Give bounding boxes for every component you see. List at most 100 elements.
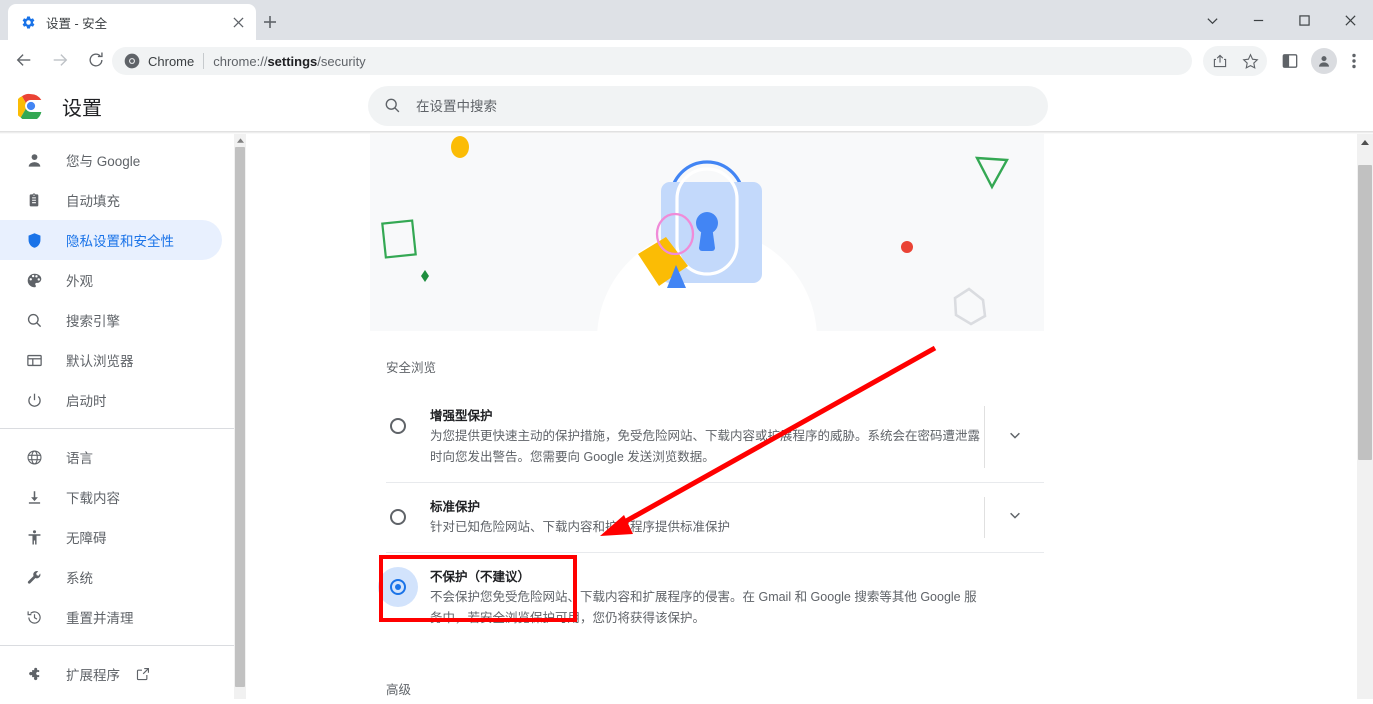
sidebar-item-you-and-google[interactable]: 您与 Google <box>0 140 222 180</box>
page-title: 设置 <box>62 97 102 120</box>
window-close-icon[interactable] <box>1327 0 1373 40</box>
radio-enhanced-protection[interactable] <box>378 406 418 446</box>
radio-no-protection[interactable] <box>378 567 418 607</box>
sidebar-scrollbar[interactable] <box>234 134 246 699</box>
section-title-advanced: 高级 <box>386 683 412 697</box>
browser-window-icon <box>24 350 44 370</box>
palette-icon <box>24 270 44 290</box>
expand-enhanced-protection[interactable] <box>984 406 1044 468</box>
window-controls <box>1189 0 1373 40</box>
expand-standard-protection[interactable] <box>984 497 1044 538</box>
sidebar-item-on-startup[interactable]: 启动时 <box>0 380 222 420</box>
option-description: 针对已知危险网站、下载内容和扩展程序提供标准保护 <box>430 520 731 534</box>
sidebar-item-accessibility[interactable]: 无障碍 <box>0 517 222 557</box>
sidebar-item-languages[interactable]: 语言 <box>0 437 222 477</box>
settings-body: 您与 Google 自动填充 隐私设置和安全性 外观 搜索引擎 默认浏览器 启动… <box>0 134 1373 699</box>
main-scrollbar[interactable] <box>1357 134 1373 699</box>
option-text: 标准保护 针对已知危险网站、下载内容和扩展程序提供标准保护 <box>430 497 984 538</box>
scrollbar-thumb[interactable] <box>235 147 245 687</box>
more-chevron-icon[interactable] <box>1189 0 1235 40</box>
sidebar-label: 隐私设置和安全性 <box>66 234 174 249</box>
radio-icon-selected <box>390 579 406 595</box>
chevron-down-icon <box>1008 508 1022 527</box>
back-icon[interactable] <box>10 46 38 74</box>
scroll-up-icon[interactable] <box>1357 134 1373 150</box>
history-restore-icon <box>24 607 44 627</box>
clipboard-icon <box>24 190 44 210</box>
puzzle-icon <box>24 664 44 684</box>
settings-search-box[interactable] <box>368 86 1048 126</box>
chrome-logo-icon <box>124 53 140 69</box>
forward-icon[interactable] <box>46 46 74 74</box>
address-bar[interactable]: Chrome chrome://settings/security <box>112 47 1192 75</box>
sidebar-item-reset-and-cleanup[interactable]: 重置并清理 <box>0 597 222 637</box>
avatar[interactable] <box>1309 46 1339 76</box>
minimize-icon[interactable] <box>1235 0 1281 40</box>
external-link-icon[interactable] <box>136 667 151 682</box>
omnibox-site-label: Chrome <box>148 53 195 69</box>
option-description: 为您提供更快速主动的保护措施，免受危险网站、下载内容或扩展程序的威胁。系统会在密… <box>430 429 981 464</box>
search-input[interactable] <box>416 98 976 114</box>
scroll-up-icon[interactable] <box>234 134 246 146</box>
globe-icon <box>24 447 44 467</box>
option-text: 不保护（不建议） 不会保护您免受危险网站、下载内容和扩展程序的侵害。在 Gmai… <box>430 567 1044 629</box>
url-domain: settings <box>267 53 318 69</box>
omnibox-actions-pill <box>1203 46 1267 76</box>
sidebar-divider <box>0 428 234 429</box>
scrollbar-thumb[interactable] <box>1358 165 1372 460</box>
option-standard-protection[interactable]: 标准保护 针对已知危险网站、下载内容和扩展程序提供标准保护 <box>370 483 1044 552</box>
sidebar-item-downloads[interactable]: 下载内容 <box>0 477 222 517</box>
sidebar-item-search-engine[interactable]: 搜索引擎 <box>0 300 222 340</box>
sidebar-item-autofill[interactable]: 自动填充 <box>0 180 222 220</box>
option-title: 增强型保护 <box>430 409 493 423</box>
chevron-down-icon <box>1008 428 1022 447</box>
sidebar-item-default-browser[interactable]: 默认浏览器 <box>0 340 222 380</box>
maximize-icon[interactable] <box>1281 0 1327 40</box>
chrome-logo-icon <box>14 93 44 122</box>
three-dot-menu-icon[interactable] <box>1339 46 1369 76</box>
new-tab-button[interactable] <box>256 8 284 36</box>
url-path: /security <box>317 53 366 69</box>
option-title: 不保护（不建议） <box>430 570 531 584</box>
sidebar-label: 扩展程序 <box>66 668 120 683</box>
wrench-icon <box>24 567 44 587</box>
sidebar-item-appearance[interactable]: 外观 <box>0 260 222 300</box>
settings-sidebar: 您与 Google 自动填充 隐私设置和安全性 外观 搜索引擎 默认浏览器 启动… <box>0 134 234 699</box>
sidebar-label: 外观 <box>66 274 93 289</box>
section-title-safe-browsing: 安全浏览 <box>386 361 437 375</box>
toolbar-actions <box>1203 46 1369 76</box>
sidebar-label: 语言 <box>66 451 93 466</box>
side-panel-icon[interactable] <box>1275 46 1305 76</box>
star-icon[interactable] <box>1235 46 1265 76</box>
option-no-protection[interactable]: 不保护（不建议） 不会保护您免受危险网站、下载内容和扩展程序的侵害。在 Gmai… <box>370 553 1044 643</box>
person-icon <box>24 150 44 170</box>
browser-tab[interactable]: 设置 - 安全 <box>8 4 256 40</box>
download-icon <box>24 487 44 507</box>
reload-icon[interactable] <box>82 46 110 74</box>
radio-standard-protection[interactable] <box>378 497 418 537</box>
sidebar-item-privacy-and-security[interactable]: 隐私设置和安全性 <box>0 220 222 260</box>
accessibility-icon <box>24 527 44 547</box>
tab-strip: 设置 - 安全 <box>0 0 1373 40</box>
radio-icon <box>390 418 406 434</box>
share-icon[interactable] <box>1205 46 1235 76</box>
sidebar-item-extensions[interactable]: 扩展程序 <box>0 654 222 694</box>
sidebar-label: 重置并清理 <box>66 611 134 626</box>
sidebar-item-system[interactable]: 系统 <box>0 557 222 597</box>
option-enhanced-protection[interactable]: 增强型保护 为您提供更快速主动的保护措施，免受危险网站、下载内容或扩展程序的威胁… <box>370 392 1044 482</box>
gear-icon <box>20 14 36 30</box>
power-icon <box>24 390 44 410</box>
radio-icon <box>390 509 406 525</box>
close-icon[interactable] <box>226 10 250 34</box>
sidebar-label: 系统 <box>66 571 93 586</box>
sidebar-label: 搜索引擎 <box>66 314 120 329</box>
settings-main-content: 安全浏览 增强型保护 为您提供更快速主动的保护措施，免受危险网站、下载内容或扩展… <box>246 134 1357 699</box>
option-title: 标准保护 <box>430 500 481 514</box>
option-text: 增强型保护 为您提供更快速主动的保护措施，免受危险网站、下载内容或扩展程序的威胁… <box>430 406 984 468</box>
sidebar-label: 启动时 <box>66 394 107 409</box>
omnibox-separator <box>203 53 205 69</box>
tab-title: 设置 - 安全 <box>46 16 108 31</box>
sidebar-label: 您与 Google <box>66 154 141 169</box>
sidebar-label: 自动填充 <box>66 194 120 209</box>
sidebar-label: 下载内容 <box>66 491 120 506</box>
